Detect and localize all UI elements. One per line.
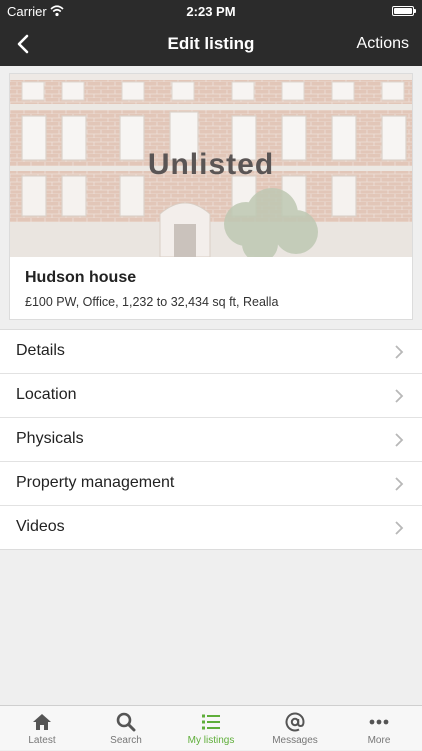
chevron-right-icon <box>395 521 404 535</box>
menu-item-physicals[interactable]: Physicals <box>0 418 422 462</box>
chevron-right-icon <box>395 345 404 359</box>
tab-label: Search <box>110 735 142 746</box>
navigation-bar: Edit listing Actions <box>0 22 422 66</box>
chevron-right-icon <box>395 389 404 403</box>
listing-summary: £100 PW, Office, 1,232 to 32,434 sq ft, … <box>25 295 279 309</box>
listing-status-overlay: Unlisted <box>147 148 275 181</box>
tab-latest[interactable]: Latest <box>0 706 84 751</box>
tab-search[interactable]: Search <box>84 706 168 751</box>
status-bar: Carrier 2:23 PM <box>0 0 422 22</box>
home-icon <box>33 714 51 730</box>
menu-item-videos[interactable]: Videos <box>0 506 422 549</box>
listing-name: Hudson house <box>25 269 137 286</box>
tab-my-listings[interactable]: My listings <box>169 706 253 751</box>
top-bar: Carrier 2:23 PM Edit listing Actions <box>0 0 422 66</box>
at-icon <box>285 712 305 732</box>
tab-label: Latest <box>28 735 56 746</box>
chevron-right-icon <box>395 433 404 447</box>
edit-menu-list: Details Location Physicals Property mana… <box>0 329 422 550</box>
more-icon <box>369 719 389 725</box>
tab-more[interactable]: More <box>337 706 421 751</box>
search-icon <box>116 712 136 732</box>
tab-label: More <box>367 735 391 746</box>
menu-item-details[interactable]: Details <box>0 330 422 374</box>
menu-item-label: Videos <box>16 518 65 535</box>
menu-item-label: Details <box>16 342 65 359</box>
chevron-right-icon <box>395 477 404 491</box>
menu-item-property-management[interactable]: Property management <box>0 462 422 506</box>
menu-item-label: Property management <box>16 474 175 491</box>
tab-label: My listings <box>187 735 235 746</box>
actions-button[interactable]: Actions <box>357 35 409 53</box>
listing-card[interactable]: Unlisted Hudson house £100 PW, Office, 1… <box>9 73 413 320</box>
tab-label: Messages <box>272 735 318 746</box>
menu-item-label: Physicals <box>16 430 84 447</box>
status-time: 2:23 PM <box>186 4 236 19</box>
tab-messages[interactable]: Messages <box>253 706 337 751</box>
list-icon <box>202 714 220 730</box>
listing-photo: Unlisted <box>10 74 412 257</box>
battery-icon <box>392 6 416 16</box>
menu-item-label: Location <box>16 386 77 403</box>
tab-bar: Latest Search My listings Messages More <box>0 705 422 750</box>
menu-item-location[interactable]: Location <box>0 374 422 418</box>
